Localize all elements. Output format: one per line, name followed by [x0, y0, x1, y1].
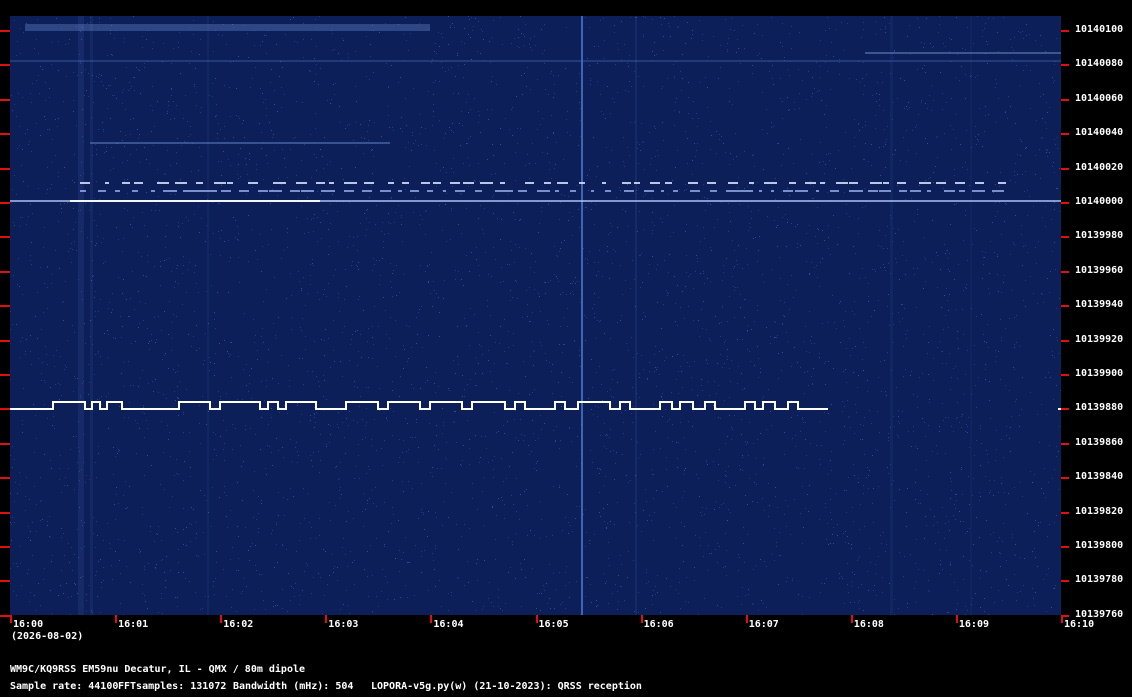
y-tick-right [1061, 236, 1069, 239]
waterfall-plot [10, 16, 1061, 615]
x-tick [430, 615, 433, 623]
time-tick-label: 16:07 [748, 619, 779, 630]
vertical-streak [207, 16, 209, 615]
y-tick-left [0, 133, 10, 136]
date-label: (2026-08-02) [11, 631, 84, 642]
sample-rate: Sample rate: 44100 [10, 681, 119, 692]
frequency-tick-label: 10139820 [1075, 505, 1124, 517]
frequency-tick-label: 10140080 [1075, 58, 1124, 70]
station-info: WM9C/KQ9RSS EM59nu Decatur, IL - QMX / 8… [10, 664, 306, 675]
y-tick-right [1061, 270, 1069, 273]
x-tick [115, 615, 118, 623]
y-tick-right [1061, 133, 1069, 136]
faint-line [865, 52, 1061, 54]
y-tick-right [1061, 580, 1069, 583]
interference-band [25, 24, 430, 31]
frequency-tick-label: 10140100 [1075, 24, 1124, 35]
y-tick-left [0, 408, 10, 411]
frequency-tick-label: 10140040 [1075, 127, 1124, 139]
y-tick-right [1061, 305, 1069, 308]
software-info: LOPORA-v5g.py(w) (21-10-2023): QRSS rece… [371, 681, 642, 692]
x-tick [640, 615, 643, 623]
y-tick-left [0, 374, 10, 376]
x-tick [850, 615, 853, 623]
y-tick-right [1061, 408, 1069, 411]
faint-line [90, 142, 390, 144]
time-tick-label: 16:06 [643, 619, 674, 630]
y-tick-left [0, 270, 10, 273]
frequency-tick-label: 10140000 [1075, 196, 1124, 207]
time-tick-label: 16:10 [1064, 619, 1095, 630]
time-tick-label: 16:08 [853, 619, 884, 630]
x-tick [10, 615, 12, 623]
time-tick-label: 16:02 [223, 619, 254, 630]
y-tick-right [1061, 30, 1069, 32]
y-tick-left [0, 580, 10, 583]
carrier-line-bright [70, 200, 320, 202]
time-tick-label: 16:04 [433, 619, 464, 630]
vertical-streak [890, 16, 893, 615]
x-tick [955, 615, 958, 623]
x-tick [325, 615, 328, 623]
faint-line [10, 60, 1061, 62]
y-tick-left [0, 339, 10, 342]
time-tick-label: 16:01 [118, 619, 149, 630]
y-tick-right [1061, 339, 1069, 342]
x-tick [1061, 615, 1063, 623]
y-tick-left [0, 546, 10, 548]
y-tick-left [0, 477, 10, 480]
y-tick-right [1061, 374, 1069, 376]
y-tick-right [1061, 64, 1069, 67]
y-tick-left [0, 202, 10, 204]
bandwidth: Bandwidth (mHz): 504 [233, 681, 354, 692]
y-tick-right [1061, 477, 1069, 480]
qrss-signal-trace [10, 401, 828, 410]
frequency-tick-label: 10140020 [1075, 161, 1124, 173]
dotted-signal [80, 182, 1006, 184]
time-tick-label: 16:05 [538, 619, 569, 630]
y-tick-left [0, 167, 10, 170]
frequency-tick-label: 10139840 [1075, 471, 1124, 483]
vertical-streak [970, 16, 972, 615]
frequency-tick-label: 10139880 [1075, 402, 1124, 414]
frequency-tick-label: 10139900 [1075, 368, 1124, 379]
vertical-streak [78, 16, 84, 615]
y-tick-right [1061, 98, 1069, 101]
frequency-tick-label: 10139940 [1075, 299, 1124, 311]
y-tick-right [1061, 511, 1069, 514]
time-tick-label: 16:00 [13, 619, 44, 630]
noise-speckle [10, 16, 1061, 615]
x-tick [535, 615, 538, 623]
noise-speckle [10, 16, 1060, 615]
y-tick-right [1061, 167, 1069, 170]
frequency-tick-label: 10139800 [1075, 540, 1124, 551]
frequency-tick-label: 10140060 [1075, 92, 1124, 104]
y-tick-right [1061, 202, 1069, 204]
frequency-tick-label: 10139980 [1075, 230, 1124, 242]
frequency-tick-label: 10139920 [1075, 333, 1124, 345]
frequency-tick-label: 10139960 [1075, 264, 1124, 276]
vertical-streak [635, 16, 637, 615]
y-tick-left [0, 30, 10, 32]
x-tick [220, 615, 223, 623]
waterfall-spectrogram [10, 16, 1061, 615]
frequency-tick-label: 10139780 [1075, 574, 1124, 586]
y-tick-right [1061, 546, 1069, 548]
vertical-streak [581, 16, 583, 615]
y-tick-left [0, 442, 10, 445]
fft-samples: FFTsamples: 131072 [118, 681, 227, 692]
time-tick-label: 16:03 [328, 619, 359, 630]
y-tick-left [0, 614, 10, 617]
y-tick-left [0, 305, 10, 308]
time-tick-label: 16:09 [958, 619, 989, 630]
y-tick-right [1061, 442, 1069, 445]
y-tick-left [0, 98, 10, 101]
frequency-tick-label: 10139860 [1075, 436, 1124, 448]
x-tick [745, 615, 748, 623]
y-tick-left [0, 511, 10, 514]
vertical-streak [90, 16, 93, 615]
y-tick-left [0, 236, 10, 239]
y-tick-left [0, 64, 10, 67]
dotted-signal [80, 190, 1004, 192]
